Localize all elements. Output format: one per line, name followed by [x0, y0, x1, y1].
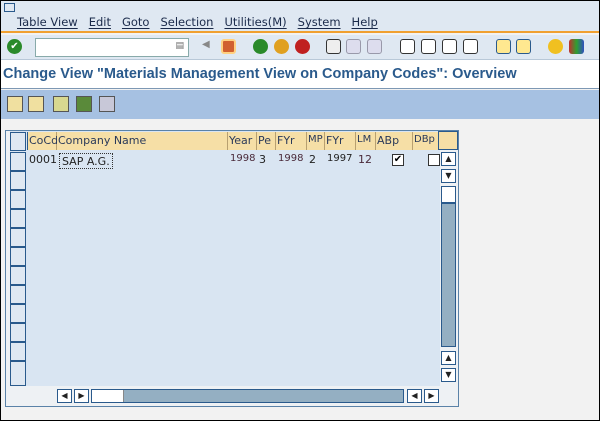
scroll-right-icon[interactable]: ▶ [424, 389, 439, 403]
select-all-icon[interactable] [53, 96, 69, 112]
exit-icon[interactable] [274, 39, 289, 54]
select-block-icon[interactable] [76, 96, 92, 112]
menu-edit[interactable]: Edit [89, 15, 111, 29]
row-selector[interactable] [10, 266, 26, 285]
find-icon[interactable] [346, 39, 361, 54]
table-grid: CoCd Company Name Year Pe FYr MP FYr LM … [10, 131, 440, 386]
menu-goto[interactable]: Goto [122, 15, 150, 29]
horizontal-scroll-track[interactable] [91, 389, 404, 403]
find-next-icon[interactable] [367, 39, 382, 54]
system-menu-icon[interactable] [4, 3, 15, 12]
scroll-right-fixed-icon[interactable]: ▶ [74, 389, 89, 403]
row-selector[interactable] [10, 209, 26, 228]
row-selector[interactable] [10, 190, 26, 209]
menu-table-view[interactable]: Table View [17, 15, 78, 29]
last-page-icon[interactable] [463, 39, 478, 54]
checkbox-dbp[interactable] [428, 154, 440, 166]
scroll-left-icon[interactable]: ◀ [407, 389, 422, 403]
scroll-page-up-icon[interactable]: ▲ [441, 351, 456, 365]
row-selector[interactable] [10, 247, 26, 266]
cell-lm[interactable]: 12 [356, 152, 374, 169]
col-header-fyr-2[interactable]: FYr [325, 132, 356, 150]
shortcut-icon[interactable] [516, 39, 531, 54]
back-icon[interactable] [253, 39, 268, 54]
help-icon[interactable] [548, 39, 563, 54]
row-selector[interactable] [10, 285, 26, 304]
row-selector[interactable] [10, 152, 26, 171]
deselect-all-icon[interactable] [99, 96, 115, 112]
cell-company-name[interactable]: SAP A.G. [59, 153, 113, 169]
table-settings-icon[interactable] [438, 131, 458, 150]
row-selector[interactable] [10, 171, 26, 190]
select-all-rows[interactable] [10, 132, 26, 151]
col-header-cocd[interactable]: CoCd [27, 132, 58, 150]
scroll-left-fixed-icon[interactable]: ◀ [57, 389, 72, 403]
col-header-abp[interactable]: ABp [376, 132, 413, 150]
change-icon[interactable] [7, 96, 23, 112]
cell-mp[interactable]: 2 [307, 152, 318, 169]
horizontal-scroll-thumb[interactable] [92, 390, 124, 402]
col-header-dbp[interactable]: DBp [413, 132, 440, 150]
menu-help[interactable]: Help [352, 15, 378, 29]
enter-icon[interactable]: ✔ [7, 39, 22, 54]
vertical-scroll-track[interactable] [441, 203, 456, 347]
menu-bar: Table View Edit Goto Selection Utilities… [1, 1, 599, 33]
first-page-icon[interactable] [400, 39, 415, 54]
row-selector[interactable] [10, 342, 26, 361]
vertical-scrollbar[interactable]: ▲ ▼ ▲ ▼ [440, 151, 458, 387]
command-field[interactable]: ▤ [35, 38, 189, 57]
scroll-up-icon[interactable]: ▲ [441, 152, 456, 166]
prev-page-icon[interactable] [421, 39, 436, 54]
row-selector[interactable] [10, 361, 26, 386]
print-icon[interactable] [326, 39, 341, 54]
cell-fyr-2[interactable]: 1997 [325, 152, 354, 169]
col-header-mp[interactable]: MP [307, 132, 325, 150]
row-selector[interactable] [10, 323, 26, 342]
table-control: CoCd Company Name Year Pe FYr MP FYr LM … [5, 130, 459, 407]
menu-selection[interactable]: Selection [160, 15, 213, 29]
save-icon[interactable] [221, 39, 236, 54]
customize-icon[interactable] [569, 39, 584, 54]
checkbox-abp[interactable]: ✔ [392, 154, 404, 166]
col-header-lm[interactable]: LM [356, 132, 376, 150]
col-header-fyr[interactable]: FYr [276, 132, 307, 150]
cell-fyr[interactable]: 1998 [276, 152, 305, 169]
page-title: Change View "Materials Management View o… [1, 60, 599, 89]
standard-toolbar: ✔ ▤ ◀ [1, 35, 599, 60]
cell-pe[interactable]: 3 [257, 152, 268, 169]
vertical-scroll-thumb[interactable] [441, 186, 456, 203]
cancel-icon[interactable] [295, 39, 310, 54]
col-header-pe[interactable]: Pe [257, 132, 276, 150]
new-session-icon[interactable] [496, 39, 511, 54]
scroll-down-icon[interactable]: ▼ [441, 169, 456, 183]
col-header-year[interactable]: Year [228, 132, 257, 150]
undo-icon[interactable] [28, 96, 44, 112]
horizontal-scrollbar[interactable]: ◀ ▶ ◀ ▶ [6, 387, 458, 406]
application-toolbar [1, 90, 599, 119]
back-arrow-icon[interactable]: ◀ [202, 39, 217, 54]
menu-utilities[interactable]: Utilities(M) [224, 15, 286, 29]
col-header-company-name[interactable]: Company Name [57, 132, 228, 150]
scroll-page-down-icon[interactable]: ▼ [441, 368, 456, 382]
cell-year[interactable]: 1998 [228, 152, 257, 169]
row-selector[interactable] [10, 304, 26, 323]
cell-cocd[interactable]: 0001 [27, 152, 59, 169]
row-selector[interactable] [10, 228, 26, 247]
menu-system[interactable]: System [298, 15, 341, 29]
next-page-icon[interactable] [442, 39, 457, 54]
